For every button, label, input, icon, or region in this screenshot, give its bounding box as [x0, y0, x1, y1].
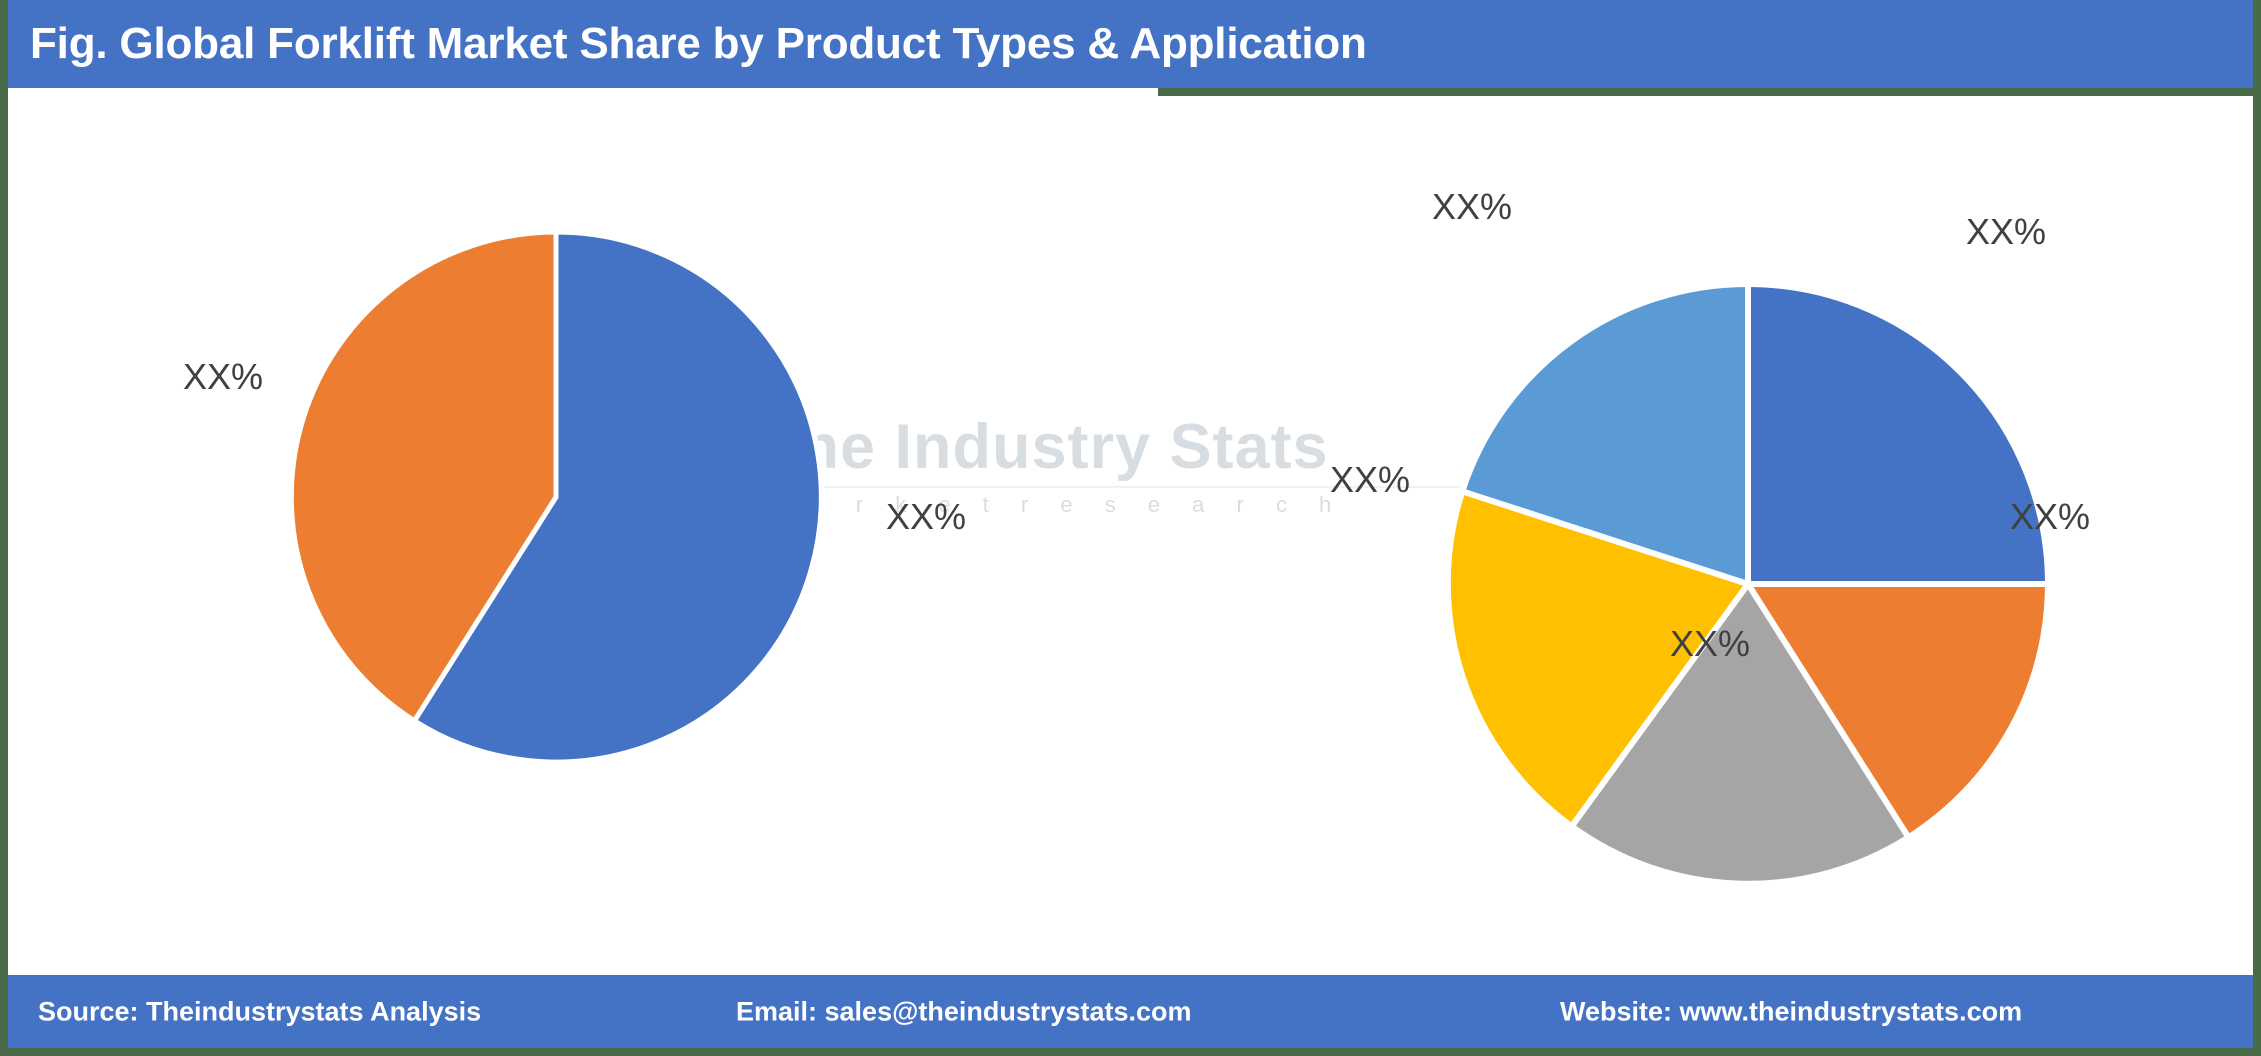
- pie-label-warehouses-pct: XX%: [2010, 496, 2091, 537]
- pie-label-factories-pct: XX%: [1966, 211, 2047, 252]
- pie-chart-application: [1444, 280, 2052, 887]
- footer-source-text: Source: Theindustrystats Analysis: [38, 996, 482, 1026]
- pie-chart-product-types: [288, 229, 824, 765]
- figure-footer-bar: Source: Theindustrystats Analysis Email:…: [8, 975, 2253, 1048]
- pie-label-internal-combustion-engine-type-pct: XX%: [886, 496, 967, 537]
- figure-header-bar: Fig. Global Forklift Market Share by Pro…: [8, 0, 2253, 88]
- pie-label-electric-type-pct: XX%: [183, 356, 264, 397]
- figure-frame: Fig. Global Forklift Market Share by Pro…: [0, 0, 2261, 1056]
- header-notch: [8, 88, 1158, 96]
- pie-label-distribution-centers-pct: XX%: [1432, 186, 1513, 227]
- footer-website-text[interactable]: Website: www.theindustrystats.com: [1560, 996, 2022, 1027]
- chart-canvas: The Industry Stats m a r k e t r e s e a…: [8, 96, 2253, 975]
- pie-slice-factories[interactable]: [1745, 280, 2052, 587]
- pie-label-ports-pct: XX%: [1670, 623, 1751, 664]
- pie-label-airports-pct: XX%: [1330, 459, 1411, 500]
- footer-email-text[interactable]: Email: sales@theindustrystats.com: [736, 996, 1191, 1027]
- page-title: Fig. Global Forklift Market Share by Pro…: [30, 19, 1367, 68]
